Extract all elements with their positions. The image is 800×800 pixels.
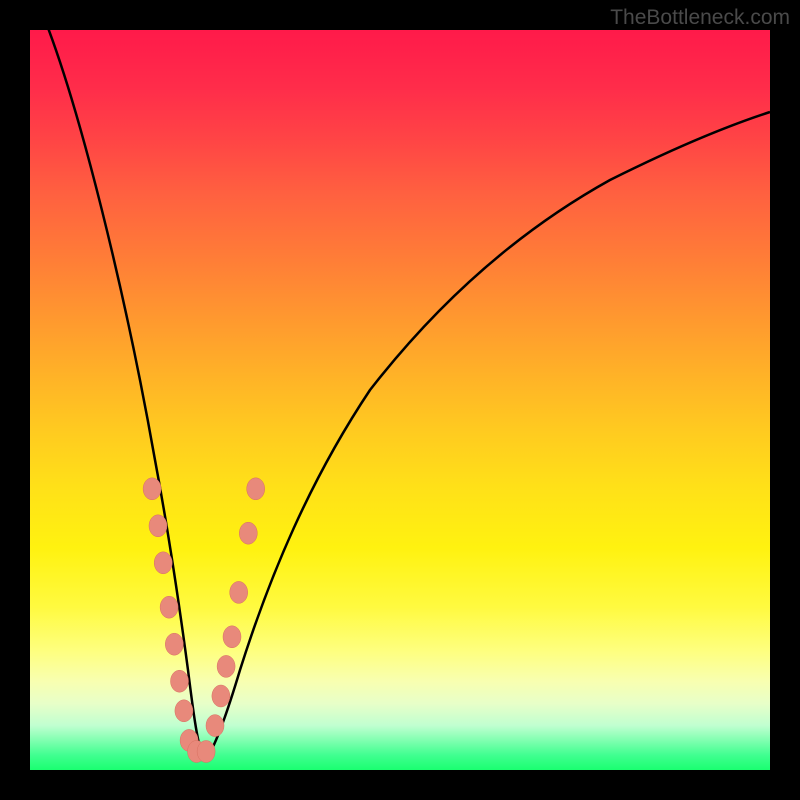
plot-area — [30, 30, 770, 770]
outer-frame: TheBottleneck.com — [0, 0, 800, 800]
watermark-text: TheBottleneck.com — [610, 6, 790, 30]
